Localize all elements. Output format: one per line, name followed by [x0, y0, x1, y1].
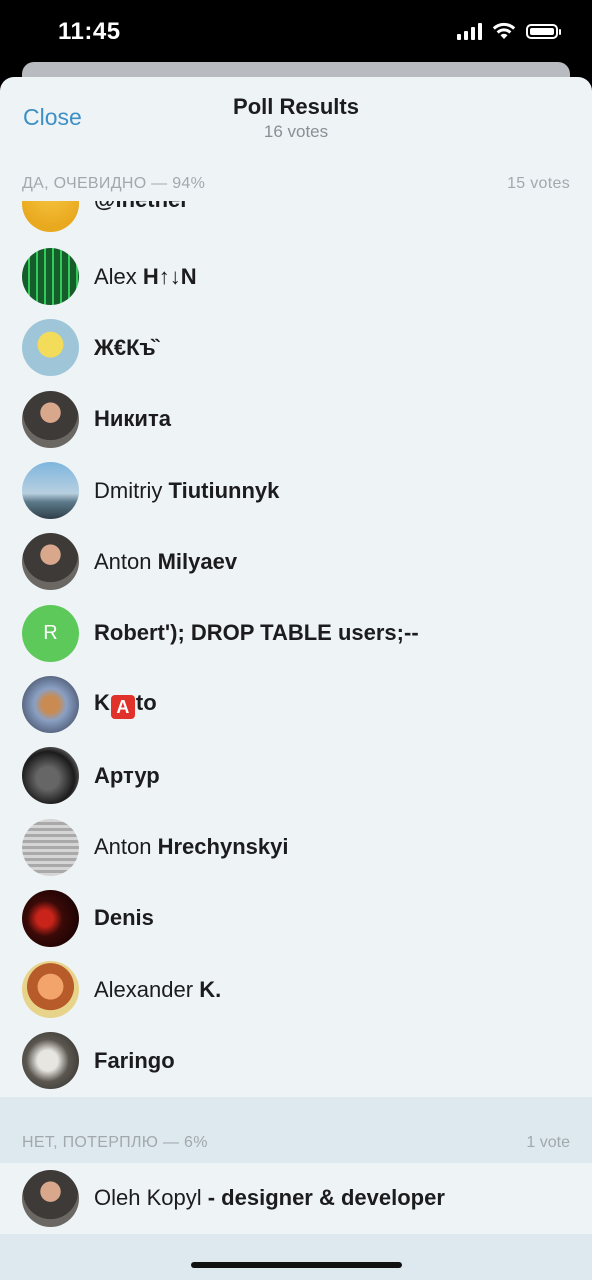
voter-row[interactable]: Dmitriy Tiutiunnyk [0, 455, 592, 526]
voter-row[interactable]: Anton Milyaev [0, 526, 592, 597]
avatar [22, 319, 79, 377]
voter-row[interactable]: Denis [0, 883, 592, 954]
section-header-no: НЕТ, ПОТЕРПЛЮ — 6% 1 vote [0, 1096, 592, 1163]
voter-list-no: Oleh Kopyl - designer & developer [0, 1163, 592, 1234]
sheet-footer [0, 1233, 592, 1280]
voter-name: Dmitriy Tiutiunnyk [94, 477, 280, 503]
avatar [22, 248, 79, 306]
section-label: НЕТ, ПОТЕРПЛЮ — 6% [22, 1133, 208, 1151]
home-indicator[interactable] [191, 1262, 402, 1268]
voter-name: Robert'); DROP TABLE users;-- [94, 620, 419, 646]
a-button-emoji-icon: A [110, 694, 135, 719]
voter-name: Oleh Kopyl - designer & developer [94, 1185, 445, 1211]
voter-name: Anton Hrechynskyi [94, 834, 289, 860]
sheet-header: Close Poll Results 16 votes [0, 77, 592, 167]
voter-row[interactable]: Anton Hrechynskyi [0, 811, 592, 882]
avatar [22, 675, 79, 733]
avatar [22, 390, 79, 448]
poll-results-sheet: Close Poll Results 16 votes ДА, ОЧЕВИДНО… [0, 77, 592, 1280]
avatar [22, 961, 79, 1019]
avatar [22, 818, 79, 876]
voter-name: @lnether [94, 201, 189, 213]
avatar [22, 889, 79, 947]
vote-count-subtitle: 16 votes [263, 122, 329, 141]
sheet-title: Poll Results [233, 94, 359, 119]
voter-name: Ж€Къ̏ [94, 334, 156, 360]
avatar [22, 201, 79, 232]
avatar [22, 462, 79, 520]
voter-name: Denis [94, 905, 154, 931]
voter-name: Faringo [94, 1047, 175, 1073]
avatar [22, 747, 79, 805]
voter-row[interactable]: Артур [0, 740, 592, 811]
section-label: ДА, ОЧЕВИДНО — 94% [22, 175, 206, 192]
voter-name: Артур [94, 762, 160, 788]
voter-row[interactable]: @lnether [0, 201, 592, 241]
voter-row[interactable]: Alex H↑↓N [0, 241, 592, 312]
voter-row[interactable]: Alexander K. [0, 954, 592, 1025]
status-bar: 11:45 [0, 0, 592, 64]
voter-name: Anton Milyaev [94, 548, 238, 574]
avatar-initial: R [43, 621, 58, 644]
signal-icon [457, 22, 482, 40]
voter-name: Никита [94, 406, 171, 432]
avatar [22, 533, 79, 591]
voter-name: K Ato [94, 689, 157, 719]
voter-list-yes: @lnether Alex H↑↓N Ж€Къ̏ Никита Dmitriy Tiut… [0, 201, 592, 1097]
wifi-icon [492, 22, 516, 39]
voter-row[interactable]: Faringo [0, 1025, 592, 1096]
battery-icon [526, 23, 561, 39]
voter-row[interactable]: K Ato [0, 669, 592, 740]
phone-screen: 11:45 Close Poll Results 16 votes ДА, ОЧ… [0, 0, 592, 1280]
avatar [22, 1169, 79, 1227]
status-time: 11:45 [58, 18, 121, 45]
voter-row[interactable]: Oleh Kopyl - designer & developer [0, 1163, 592, 1234]
voter-row[interactable]: Ж€Къ̏ [0, 312, 592, 383]
status-icons [457, 22, 561, 40]
section-count: 1 vote [526, 1133, 570, 1151]
avatar [22, 1032, 79, 1090]
avatar: R [22, 604, 79, 662]
voter-name: Alexander K. [94, 976, 222, 1002]
voter-row[interactable]: R Robert'); DROP TABLE users;-- [0, 597, 592, 668]
section-count: 15 votes [507, 175, 570, 192]
voter-row[interactable]: Никита [0, 384, 592, 455]
voter-name: Alex H↑↓N [94, 263, 197, 289]
section-header-yes: ДА, ОЧЕВИДНО — 94% 15 votes [0, 167, 592, 201]
